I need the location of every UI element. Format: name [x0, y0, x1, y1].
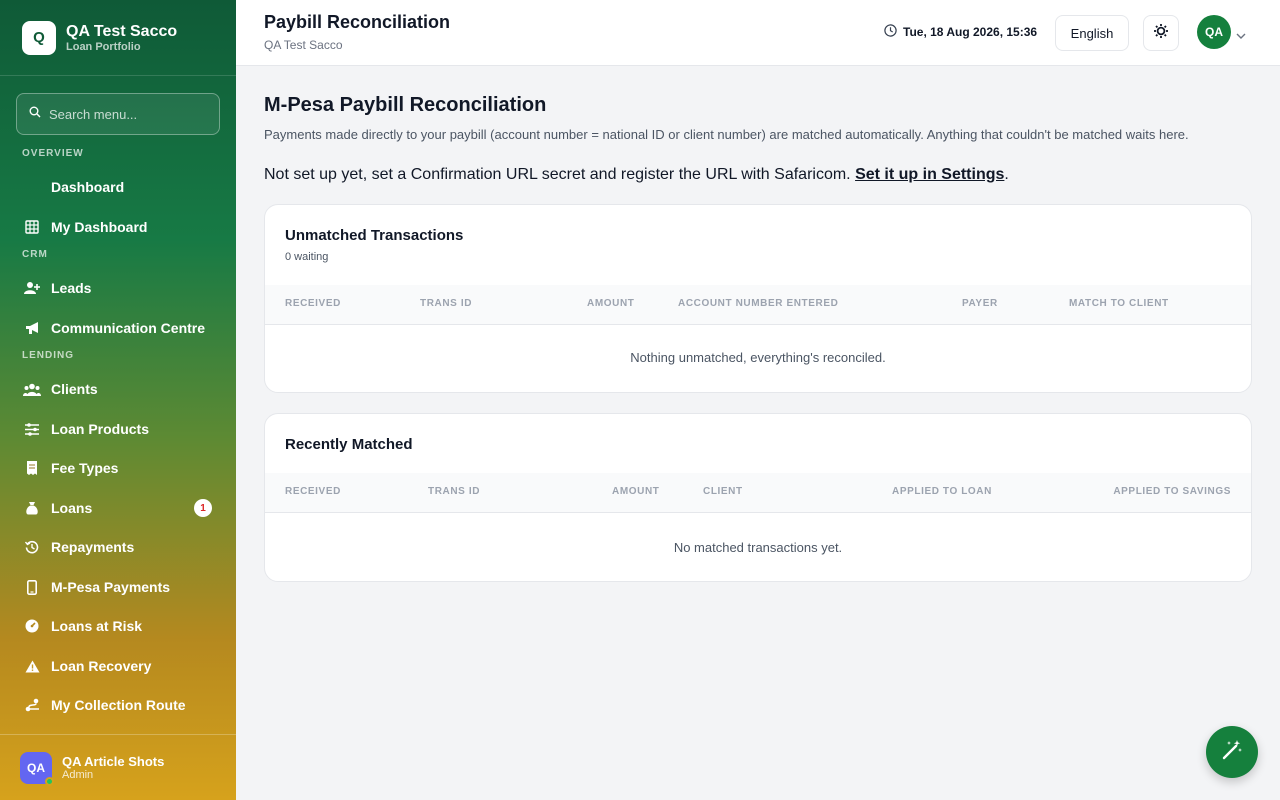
column-header: PAYER — [962, 298, 998, 309]
sidebar-item-repayments[interactable]: Repayments — [22, 539, 214, 555]
sidebar-item-label: Clients — [51, 381, 98, 397]
sidebar-item-loans-at-risk[interactable]: Loans at Risk — [22, 618, 214, 634]
grid-icon — [22, 220, 42, 234]
card-title: Unmatched Transactions — [285, 227, 464, 244]
route-icon — [22, 698, 42, 712]
current-user[interactable]: QA QA Article Shots Admin — [0, 734, 236, 800]
sidebar-item-label: Loans — [51, 500, 93, 516]
sidebar-item-label: Loans at Risk — [51, 618, 143, 634]
user-role: Admin — [62, 769, 94, 781]
mobile-phone-icon — [22, 579, 42, 595]
sidebar-item-loan-recovery[interactable]: Loan Recovery — [22, 658, 214, 674]
sidebar-item-label: M-Pesa Payments — [51, 579, 171, 595]
loans-count-badge: 1 — [194, 499, 212, 517]
notice-end: . — [1004, 166, 1009, 183]
column-header: TRANS ID — [428, 486, 481, 497]
page-description: Payments made directly to your paybill (… — [264, 127, 1189, 142]
users-icon — [22, 383, 42, 396]
card-title: Recently Matched — [285, 436, 413, 453]
sidebar-item-loan-products[interactable]: Loan Products — [22, 421, 214, 437]
sidebar-item-my-dashboard[interactable]: My Dashboard — [22, 219, 214, 235]
sidebar: Q QA Test Sacco Loan Portfolio OVERVIEW … — [0, 0, 236, 800]
sidebar-item-loans[interactable]: Loans 1 — [22, 499, 214, 517]
brand-name: QA Test Sacco — [66, 22, 178, 40]
sidebar-item-clients[interactable]: Clients — [22, 381, 214, 397]
section-crm: CRM — [22, 249, 48, 260]
online-status-dot — [45, 776, 54, 786]
main-heading: M-Pesa Paybill Reconciliation — [264, 94, 547, 116]
setup-notice: Not set up yet, set a Confirmation URL s… — [264, 166, 1009, 184]
chevron-down-icon[interactable] — [1236, 27, 1246, 45]
language-select[interactable]: English — [1055, 15, 1129, 51]
search-input[interactable] — [49, 106, 209, 122]
column-header: RECEIVED — [285, 298, 341, 309]
sidebar-item-label: Loan Products — [51, 421, 150, 437]
sun-icon — [1153, 23, 1169, 44]
sidebar-item-label: Dashboard — [51, 179, 125, 195]
sidebar-item-label: My Collection Route — [51, 697, 186, 713]
page-subtitle: QA Test Sacco — [264, 38, 343, 52]
table-header: RECEIVED TRANS ID AMOUNT ACCOUNT NUMBER … — [265, 285, 1251, 325]
user-name: QA Article Shots — [62, 754, 165, 769]
settings-link[interactable]: Set it up in Settings — [855, 166, 1004, 183]
column-header: APPLIED TO SAVINGS — [1113, 486, 1231, 497]
sidebar-item-dashboard[interactable]: Dashboard — [22, 179, 214, 195]
warning-icon — [22, 660, 42, 673]
sidebar-item-label: Loan Recovery — [51, 658, 152, 674]
recently-matched-card: Recently Matched RECEIVED TRANS ID AMOUN… — [264, 413, 1252, 582]
sidebar-item-label: Fee Types — [51, 460, 119, 476]
brand-logo: Q — [22, 20, 56, 55]
magic-wand-icon — [1220, 738, 1244, 767]
column-header: RECEIVED — [285, 486, 341, 497]
user-avatar: QA — [20, 751, 54, 786]
sidebar-item-label: Repayments — [51, 539, 135, 555]
notice-text: Not set up yet, set a Confirmation URL s… — [264, 166, 856, 183]
unmatched-transactions-card: Unmatched Transactions 0 waiting RECEIVE… — [264, 204, 1252, 393]
megaphone-icon — [22, 321, 42, 335]
sliders-icon — [22, 422, 42, 436]
search-icon — [29, 105, 41, 123]
column-header: AMOUNT — [612, 486, 660, 497]
sidebar-item-leads[interactable]: Leads — [22, 280, 214, 296]
column-header: AMOUNT — [587, 298, 635, 309]
user-plus-icon — [22, 281, 42, 295]
menu-search[interactable] — [16, 93, 220, 135]
gauge-icon — [22, 619, 42, 633]
column-header: CLIENT — [703, 486, 743, 497]
user-menu-avatar[interactable]: QA — [1197, 15, 1231, 49]
sidebar-item-mpesa[interactable]: M-Pesa Payments — [22, 579, 214, 595]
receipt-icon — [22, 461, 42, 475]
clock-icon — [884, 24, 903, 40]
brand[interactable]: Q QA Test Sacco Loan Portfolio — [0, 0, 236, 76]
top-header: Paybill Reconciliation QA Test Sacco Tue… — [236, 0, 1280, 66]
sidebar-item-collection-route[interactable]: My Collection Route — [22, 697, 214, 713]
brand-subtitle: Loan Portfolio — [66, 40, 141, 53]
money-bag-icon — [22, 501, 42, 515]
sidebar-item-fee-types[interactable]: Fee Types — [22, 460, 214, 476]
waiting-count: 0 waiting — [285, 251, 329, 263]
column-header: MATCH TO CLIENT — [1069, 298, 1169, 309]
column-header: ACCOUNT NUMBER ENTERED — [678, 298, 839, 309]
magic-wand-button[interactable] — [1206, 726, 1258, 778]
section-lending: LENDING — [22, 350, 74, 361]
history-icon — [22, 540, 42, 554]
empty-state-message: No matched transactions yet. — [673, 540, 843, 555]
table-header: RECEIVED TRANS ID AMOUNT CLIENT APPLIED … — [265, 473, 1251, 513]
theme-toggle-button[interactable] — [1143, 15, 1179, 51]
page-title: Paybill Reconciliation — [264, 12, 451, 32]
sidebar-item-label: My Dashboard — [51, 219, 148, 235]
section-overview: OVERVIEW — [22, 148, 84, 159]
column-header: APPLIED TO LOAN — [892, 486, 992, 497]
sidebar-item-label: Leads — [51, 280, 92, 296]
datetime-text: Tue, 18 Aug 2026, 15:36 — [903, 25, 1038, 39]
sidebar-item-communication[interactable]: Communication Centre — [22, 320, 214, 336]
current-datetime: Tue, 18 Aug 2026, 15:36 — [884, 24, 1037, 40]
user-initials: QA — [27, 760, 45, 775]
empty-state-message: Nothing unmatched, everything's reconcil… — [630, 350, 886, 365]
sidebar-item-label: Communication Centre — [51, 320, 206, 336]
column-header: TRANS ID — [420, 298, 473, 309]
